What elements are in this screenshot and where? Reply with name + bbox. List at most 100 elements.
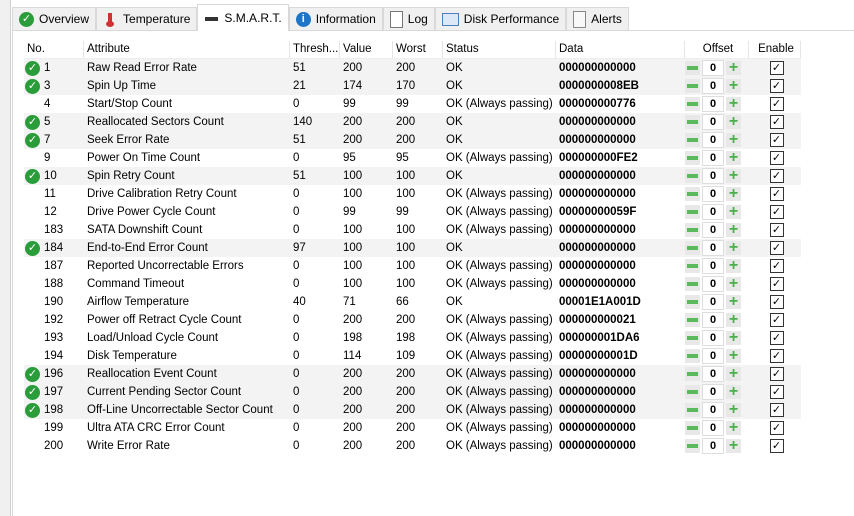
tab-log[interactable]: Log [382, 7, 435, 30]
table-row[interactable]: 12 Drive Power Cycle Count 0 99 99 OK (Always… [24, 203, 801, 221]
minus-button[interactable] [685, 97, 700, 111]
offset-value[interactable]: 0 [702, 114, 724, 130]
offset-value[interactable]: 0 [702, 438, 724, 454]
enable-checkbox[interactable]: ✓ [769, 133, 784, 147]
col-enable[interactable]: Enable [749, 41, 801, 58]
offset-value[interactable]: 0 [702, 222, 724, 238]
enable-checkbox[interactable]: ✓ [769, 403, 784, 417]
minus-button[interactable] [685, 61, 700, 75]
minus-button[interactable] [685, 277, 700, 291]
minus-button[interactable] [685, 421, 700, 435]
minus-button[interactable] [685, 223, 700, 237]
minus-button[interactable] [685, 439, 700, 453]
offset-value[interactable]: 0 [702, 258, 724, 274]
col-threshold[interactable]: Thresh... [290, 41, 340, 58]
plus-button[interactable]: + [726, 330, 741, 346]
enable-checkbox[interactable]: ✓ [769, 115, 784, 129]
offset-value[interactable]: 0 [702, 60, 724, 76]
minus-button[interactable] [685, 169, 700, 183]
plus-button[interactable]: + [726, 348, 741, 364]
table-row[interactable]: 200 Write Error Rate 0 200 200 OK (Always pas… [24, 437, 801, 455]
col-offset[interactable]: Offset [685, 41, 749, 58]
plus-button[interactable]: + [726, 60, 741, 76]
table-row[interactable]: 192 Power off Retract Cycle Count 0 200 200 O… [24, 311, 801, 329]
minus-button[interactable] [685, 313, 700, 327]
offset-value[interactable]: 0 [702, 240, 724, 256]
enable-checkbox[interactable]: ✓ [769, 331, 784, 345]
plus-button[interactable]: + [726, 114, 741, 130]
enable-checkbox[interactable]: ✓ [769, 169, 784, 183]
table-row[interactable]: ✓ 196 Reallocation Event Count 0 200 200 OK (A… [24, 365, 801, 383]
enable-checkbox[interactable]: ✓ [769, 97, 784, 111]
tab-smart[interactable]: S.M.A.R.T. [197, 4, 289, 31]
col-data[interactable]: Data [556, 41, 685, 58]
minus-button[interactable] [685, 133, 700, 147]
plus-button[interactable]: + [726, 96, 741, 112]
plus-button[interactable]: + [726, 186, 741, 202]
minus-button[interactable] [685, 115, 700, 129]
offset-value[interactable]: 0 [702, 186, 724, 202]
table-row[interactable]: ✓ 197 Current Pending Sector Count 0 200 200 O… [24, 383, 801, 401]
table-row[interactable]: ✓ 5 Reallocated Sectors Count 140 200 200 OK 00… [24, 113, 801, 131]
enable-checkbox[interactable]: ✓ [769, 223, 784, 237]
table-row[interactable]: 194 Disk Temperature 0 114 109 OK (Always pas… [24, 347, 801, 365]
plus-button[interactable]: + [726, 150, 741, 166]
tab-alerts[interactable]: Alerts [566, 7, 629, 30]
tab-overview[interactable]: ✓ Overview [12, 7, 97, 30]
enable-checkbox[interactable]: ✓ [769, 259, 784, 273]
enable-checkbox[interactable]: ✓ [769, 151, 784, 165]
col-value[interactable]: Value [340, 41, 393, 58]
offset-value[interactable]: 0 [702, 330, 724, 346]
enable-checkbox[interactable]: ✓ [769, 367, 784, 381]
offset-value[interactable]: 0 [702, 150, 724, 166]
plus-button[interactable]: + [726, 420, 741, 436]
offset-value[interactable]: 0 [702, 402, 724, 418]
offset-value[interactable]: 0 [702, 204, 724, 220]
plus-button[interactable]: + [726, 312, 741, 328]
table-row[interactable]: 188 Command Timeout 0 100 100 OK (Always pass… [24, 275, 801, 293]
enable-checkbox[interactable]: ✓ [769, 439, 784, 453]
enable-checkbox[interactable]: ✓ [769, 385, 784, 399]
minus-button[interactable] [685, 79, 700, 93]
tab-information[interactable]: i Information [288, 7, 383, 30]
minus-button[interactable] [685, 367, 700, 381]
table-row[interactable]: 11 Drive Calibration Retry Count 0 100 100 OK… [24, 185, 801, 203]
table-row[interactable]: ✓ 3 Spin Up Time 21 174 170 OK 0000000008EB 0 + ✓ [24, 77, 801, 95]
table-row[interactable]: ✓ 10 Spin Retry Count 51 100 100 OK 00000000000… [24, 167, 801, 185]
plus-button[interactable]: + [726, 240, 741, 256]
minus-button[interactable] [685, 403, 700, 417]
enable-checkbox[interactable]: ✓ [769, 61, 784, 75]
offset-value[interactable]: 0 [702, 348, 724, 364]
tab-temperature[interactable]: Temperature [96, 7, 198, 30]
plus-button[interactable]: + [726, 168, 741, 184]
enable-checkbox[interactable]: ✓ [769, 295, 784, 309]
minus-button[interactable] [685, 205, 700, 219]
enable-checkbox[interactable]: ✓ [769, 313, 784, 327]
table-row[interactable]: ✓ 7 Seek Error Rate 51 200 200 OK 000000000000 0… [24, 131, 801, 149]
enable-checkbox[interactable]: ✓ [769, 79, 784, 93]
enable-checkbox[interactable]: ✓ [769, 277, 784, 291]
plus-button[interactable]: + [726, 222, 741, 238]
offset-value[interactable]: 0 [702, 312, 724, 328]
tab-disk-performance[interactable]: Disk Performance [434, 7, 567, 30]
plus-button[interactable]: + [726, 294, 741, 310]
table-row[interactable]: 183 SATA Downshift Count 0 100 100 OK (Always… [24, 221, 801, 239]
table-row[interactable]: 9 Power On Time Count 0 95 95 OK (Always pass… [24, 149, 801, 167]
enable-checkbox[interactable]: ✓ [769, 421, 784, 435]
minus-button[interactable] [685, 187, 700, 201]
col-status[interactable]: Status [443, 41, 556, 58]
plus-button[interactable]: + [726, 438, 741, 454]
table-row[interactable]: 187 Reported Uncorrectable Errors 0 100 100 O… [24, 257, 801, 275]
table-row[interactable]: 193 Load/Unload Cycle Count 0 198 198 OK (Alw… [24, 329, 801, 347]
col-no[interactable]: No. [24, 41, 84, 58]
enable-checkbox[interactable]: ✓ [769, 241, 784, 255]
plus-button[interactable]: + [726, 402, 741, 418]
enable-checkbox[interactable]: ✓ [769, 205, 784, 219]
offset-value[interactable]: 0 [702, 384, 724, 400]
offset-value[interactable]: 0 [702, 78, 724, 94]
table-row[interactable]: ✓ 198 Off-Line Uncorrectable Sector Count 0… [24, 401, 801, 419]
minus-button[interactable] [685, 385, 700, 399]
minus-button[interactable] [685, 259, 700, 273]
enable-checkbox[interactable]: ✓ [769, 187, 784, 201]
plus-button[interactable]: + [726, 78, 741, 94]
